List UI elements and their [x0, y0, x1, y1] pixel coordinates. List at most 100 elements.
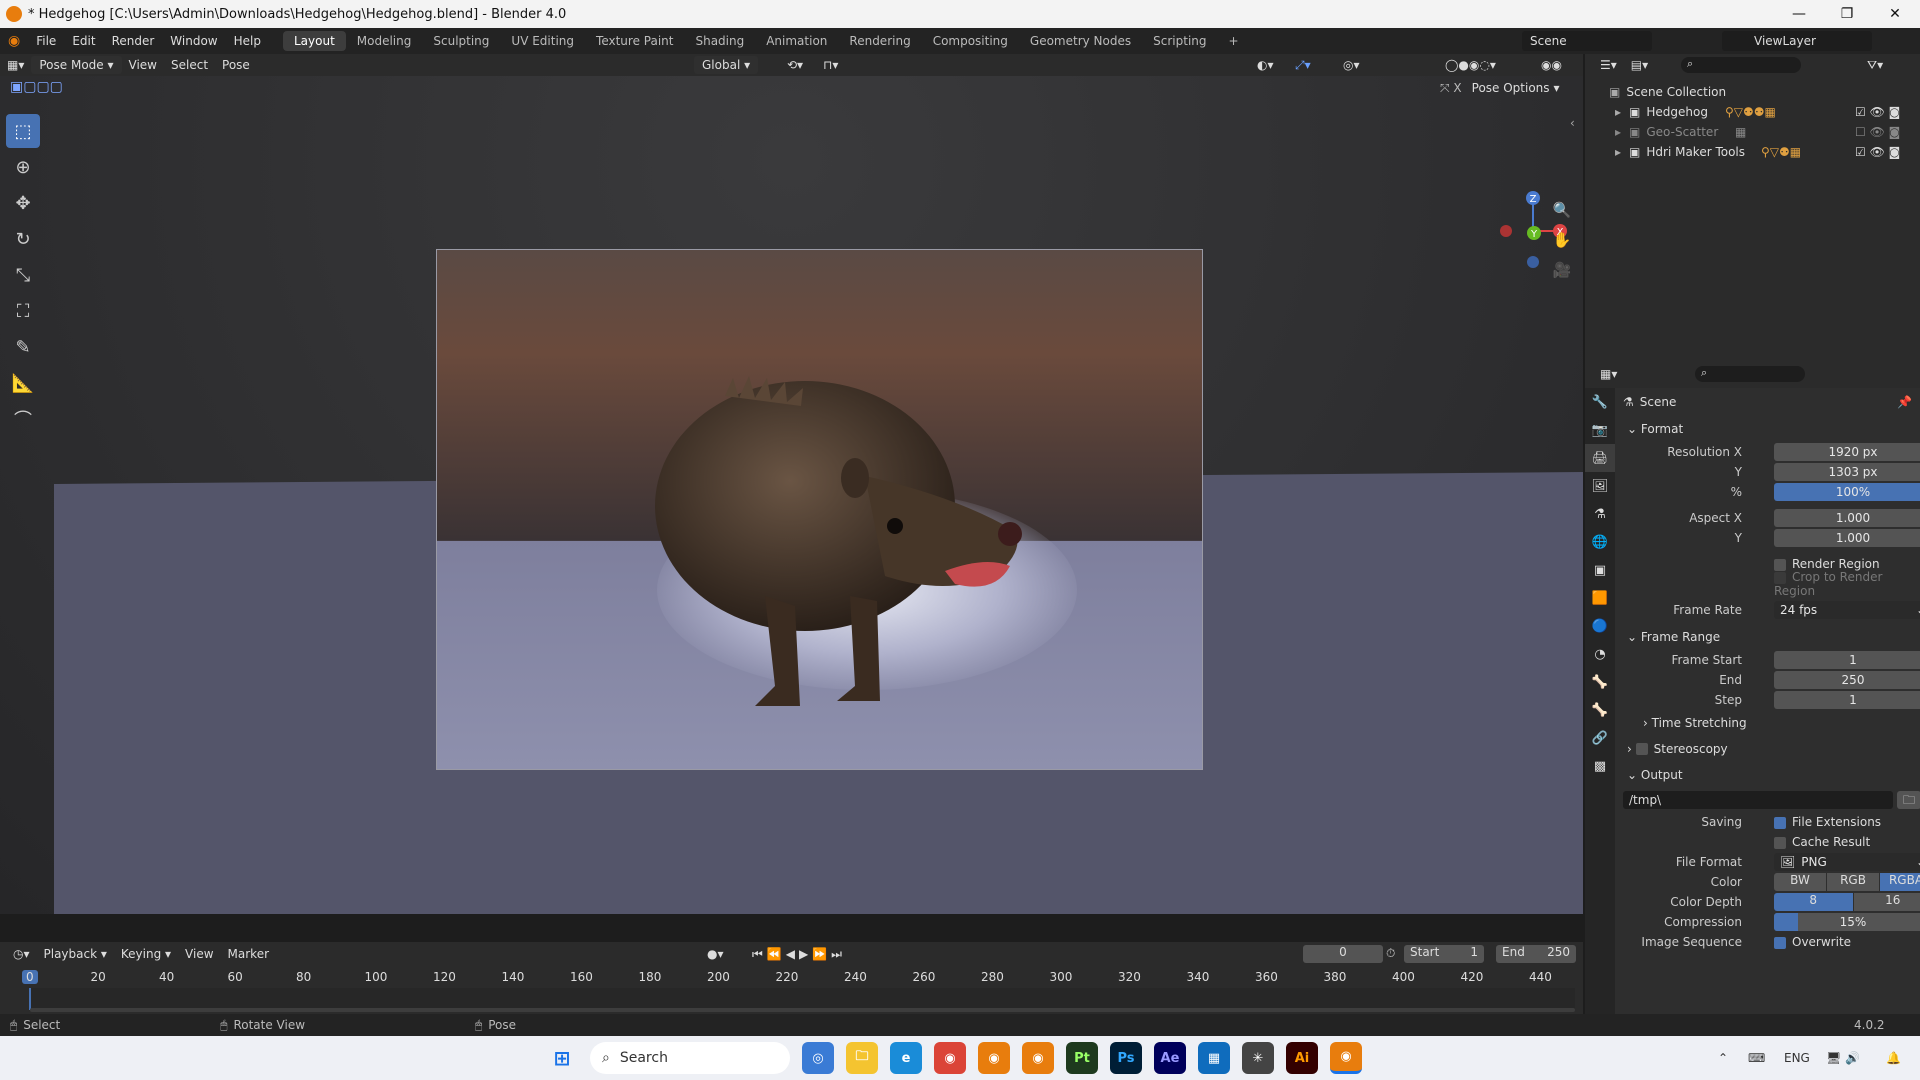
- frame-rate-dropdown[interactable]: 24 fps⌄: [1774, 601, 1920, 619]
- tray-chevron-icon[interactable]: ⌃: [1718, 1051, 1728, 1065]
- display-mode-icon[interactable]: ▤▾: [1624, 56, 1655, 74]
- world-tab-icon[interactable]: 🌐: [1585, 528, 1615, 556]
- aspect-y-field[interactable]: 1.000: [1774, 529, 1920, 547]
- timeline-scrollbar[interactable]: [30, 1008, 1575, 1012]
- camera-view-icon[interactable]: 🎥: [1548, 256, 1576, 284]
- cursor-tool-icon[interactable]: ⊕: [6, 150, 40, 184]
- pose-options-dropdown[interactable]: Pose Options: [1472, 81, 1550, 95]
- after-effects-icon[interactable]: Ae: [1154, 1042, 1186, 1074]
- bone-constraint-tab-icon[interactable]: 🔗: [1585, 724, 1615, 752]
- render-preview-icon[interactable]: ◉◉: [1534, 56, 1569, 74]
- start-frame-field[interactable]: Start 1: [1404, 945, 1484, 963]
- timeline-track-area[interactable]: [30, 988, 1575, 1010]
- transform-tool-icon[interactable]: ⛶: [6, 294, 40, 328]
- tab-shading[interactable]: Shading: [684, 31, 755, 51]
- frame-start-field[interactable]: 1: [1774, 651, 1920, 669]
- outliner-item-hedgehog[interactable]: ▸ ▣ Hedgehog ⚲▽⚉⚉▦ ☑ 👁 ◙: [1585, 102, 1920, 122]
- menu-playback[interactable]: Playback ▾: [37, 945, 114, 963]
- resolution-pct-field[interactable]: 100%: [1774, 483, 1920, 501]
- modifier-tab-icon[interactable]: 🔵: [1585, 612, 1615, 640]
- zbrush-icon[interactable]: ✳: [1242, 1042, 1274, 1074]
- timeline-ruler[interactable]: 0 20 40 60 80 100 120 140 160 180 200 220 240 260 280 3…: [0, 968, 1583, 988]
- properties-editor-icon[interactable]: ▦▾: [1593, 365, 1624, 383]
- folder-browse-icon[interactable]: 🗀: [1897, 791, 1920, 809]
- output-path-input[interactable]: /tmp\: [1623, 791, 1893, 809]
- expand-arrow-icon[interactable]: ▸: [1615, 105, 1621, 119]
- annotate-tool-icon[interactable]: ✎: [6, 330, 40, 364]
- minimize-button[interactable]: —: [1776, 0, 1822, 28]
- menu-marker[interactable]: Marker: [221, 945, 276, 963]
- shading-modes-icon[interactable]: ◯●◉◌▾: [1438, 56, 1503, 74]
- select-box-tool-icon[interactable]: ⬚: [6, 114, 40, 148]
- menu-pose[interactable]: Pose: [215, 56, 257, 74]
- crop-region-checkbox[interactable]: [1774, 571, 1786, 584]
- task-view-icon[interactable]: ◎: [802, 1042, 834, 1074]
- collection-tab-icon[interactable]: ▣: [1585, 556, 1615, 584]
- add-workspace-button[interactable]: +: [1218, 31, 1250, 51]
- editor-type-icon[interactable]: ▦▾: [0, 56, 31, 74]
- outliner-search-input[interactable]: ⌕: [1681, 57, 1801, 73]
- tab-animation[interactable]: Animation: [755, 31, 838, 51]
- menu-view[interactable]: View: [122, 56, 164, 74]
- rotate-tool-icon[interactable]: ↻: [6, 222, 40, 256]
- photoshop-icon[interactable]: Ps: [1110, 1042, 1142, 1074]
- maximize-button[interactable]: ❐: [1824, 0, 1870, 28]
- menu-keying[interactable]: Keying ▾: [114, 945, 178, 963]
- windows-start-icon[interactable]: ⊞: [546, 1042, 578, 1074]
- scale-tool-icon[interactable]: ⤡: [6, 258, 40, 292]
- tab-rendering[interactable]: Rendering: [838, 31, 921, 51]
- substance-painter-icon[interactable]: Pt: [1066, 1042, 1098, 1074]
- menu-help[interactable]: Help: [226, 34, 269, 48]
- tool-tab-icon[interactable]: 🔧: [1585, 388, 1615, 416]
- physics-tab-icon[interactable]: ◔: [1585, 640, 1615, 668]
- visibility-toggles[interactable]: ☑ 👁 ◙: [1855, 145, 1900, 159]
- time-stretching-subpanel[interactable]: › Time Stretching: [1615, 710, 1920, 736]
- scene-selector[interactable]: Scene: [1522, 31, 1652, 51]
- timeline-editor-icon[interactable]: ◷▾: [6, 945, 37, 963]
- frame-step-field[interactable]: 1: [1774, 691, 1920, 709]
- tab-scripting[interactable]: Scripting: [1142, 31, 1217, 51]
- visibility-toggles[interactable]: ☑ 👁 ◙: [1855, 105, 1900, 119]
- render-region-checkbox[interactable]: [1774, 558, 1786, 571]
- frame-range-section-header[interactable]: ⌄ Frame Range: [1615, 624, 1920, 650]
- snap-icon[interactable]: ⊓▾: [816, 56, 845, 74]
- keyboard-icon[interactable]: ⌨: [1748, 1051, 1765, 1065]
- format-section-header[interactable]: ⌄ Format: [1615, 416, 1920, 442]
- properties-search-input[interactable]: ⌕: [1695, 366, 1805, 382]
- pan-hand-icon[interactable]: ✋: [1548, 226, 1576, 254]
- chrome-icon[interactable]: ◉: [934, 1042, 966, 1074]
- auto-keying-icon[interactable]: ●▾: [700, 945, 731, 963]
- scene-tab-icon[interactable]: ⚗: [1585, 500, 1615, 528]
- menu-timeline-view[interactable]: View: [178, 945, 220, 963]
- network-volume-icons[interactable]: 🖥 🔊: [1826, 1051, 1860, 1065]
- edge-icon[interactable]: e: [890, 1042, 922, 1074]
- move-tool-icon[interactable]: ✥: [6, 186, 40, 220]
- 3d-viewport[interactable]: ⬚ ⊕ ✥ ↻ ⤡ ⛶ ✎ 📐 ⌒ Z X Y 🔍 ✋ 🎥 ‹: [0, 76, 1583, 914]
- color-rgb-option[interactable]: RGB: [1827, 873, 1879, 891]
- frame-end-field[interactable]: 250: [1774, 671, 1920, 689]
- gizmo-neg-x[interactable]: [1500, 225, 1512, 237]
- crop-region-row[interactable]: Crop to Render Region: [1615, 570, 1920, 598]
- end-frame-field[interactable]: End 250: [1496, 945, 1576, 963]
- depth-16-option[interactable]: 16: [1853, 893, 1920, 911]
- menu-file[interactable]: File: [28, 34, 64, 48]
- file-extensions-checkbox[interactable]: [1774, 816, 1786, 829]
- overlay-icon[interactable]: ◎▾: [1336, 56, 1367, 74]
- measure-tool-icon[interactable]: 📐: [6, 366, 40, 400]
- resolution-x-field[interactable]: 1920 px: [1774, 443, 1920, 461]
- file-explorer-icon[interactable]: 🗀: [846, 1042, 878, 1074]
- resolution-y-field[interactable]: 1303 px: [1774, 463, 1920, 481]
- texture-tab-icon[interactable]: ▩: [1585, 752, 1615, 780]
- outliner-item-geo-scatter[interactable]: ▸ ▣ Geo-Scatter ▦ ☐ 👁 ◙: [1585, 122, 1920, 142]
- color-bw-option[interactable]: BW: [1774, 873, 1826, 891]
- tab-uv-editing[interactable]: UV Editing: [500, 31, 585, 51]
- overwrite-checkbox[interactable]: [1774, 936, 1786, 949]
- aspect-x-field[interactable]: 1.000: [1774, 509, 1920, 527]
- output-section-header[interactable]: ⌄ Output: [1615, 762, 1920, 788]
- file-format-dropdown[interactable]: 🖼PNG⌄: [1774, 853, 1920, 871]
- menu-window[interactable]: Window: [162, 34, 225, 48]
- tab-layout[interactable]: Layout: [282, 31, 346, 51]
- blender-app-icon[interactable]: ◉: [978, 1042, 1010, 1074]
- visibility-icon[interactable]: ◐▾: [1250, 56, 1281, 74]
- gizmo-toggle-icon[interactable]: ⤢▾: [1288, 56, 1318, 75]
